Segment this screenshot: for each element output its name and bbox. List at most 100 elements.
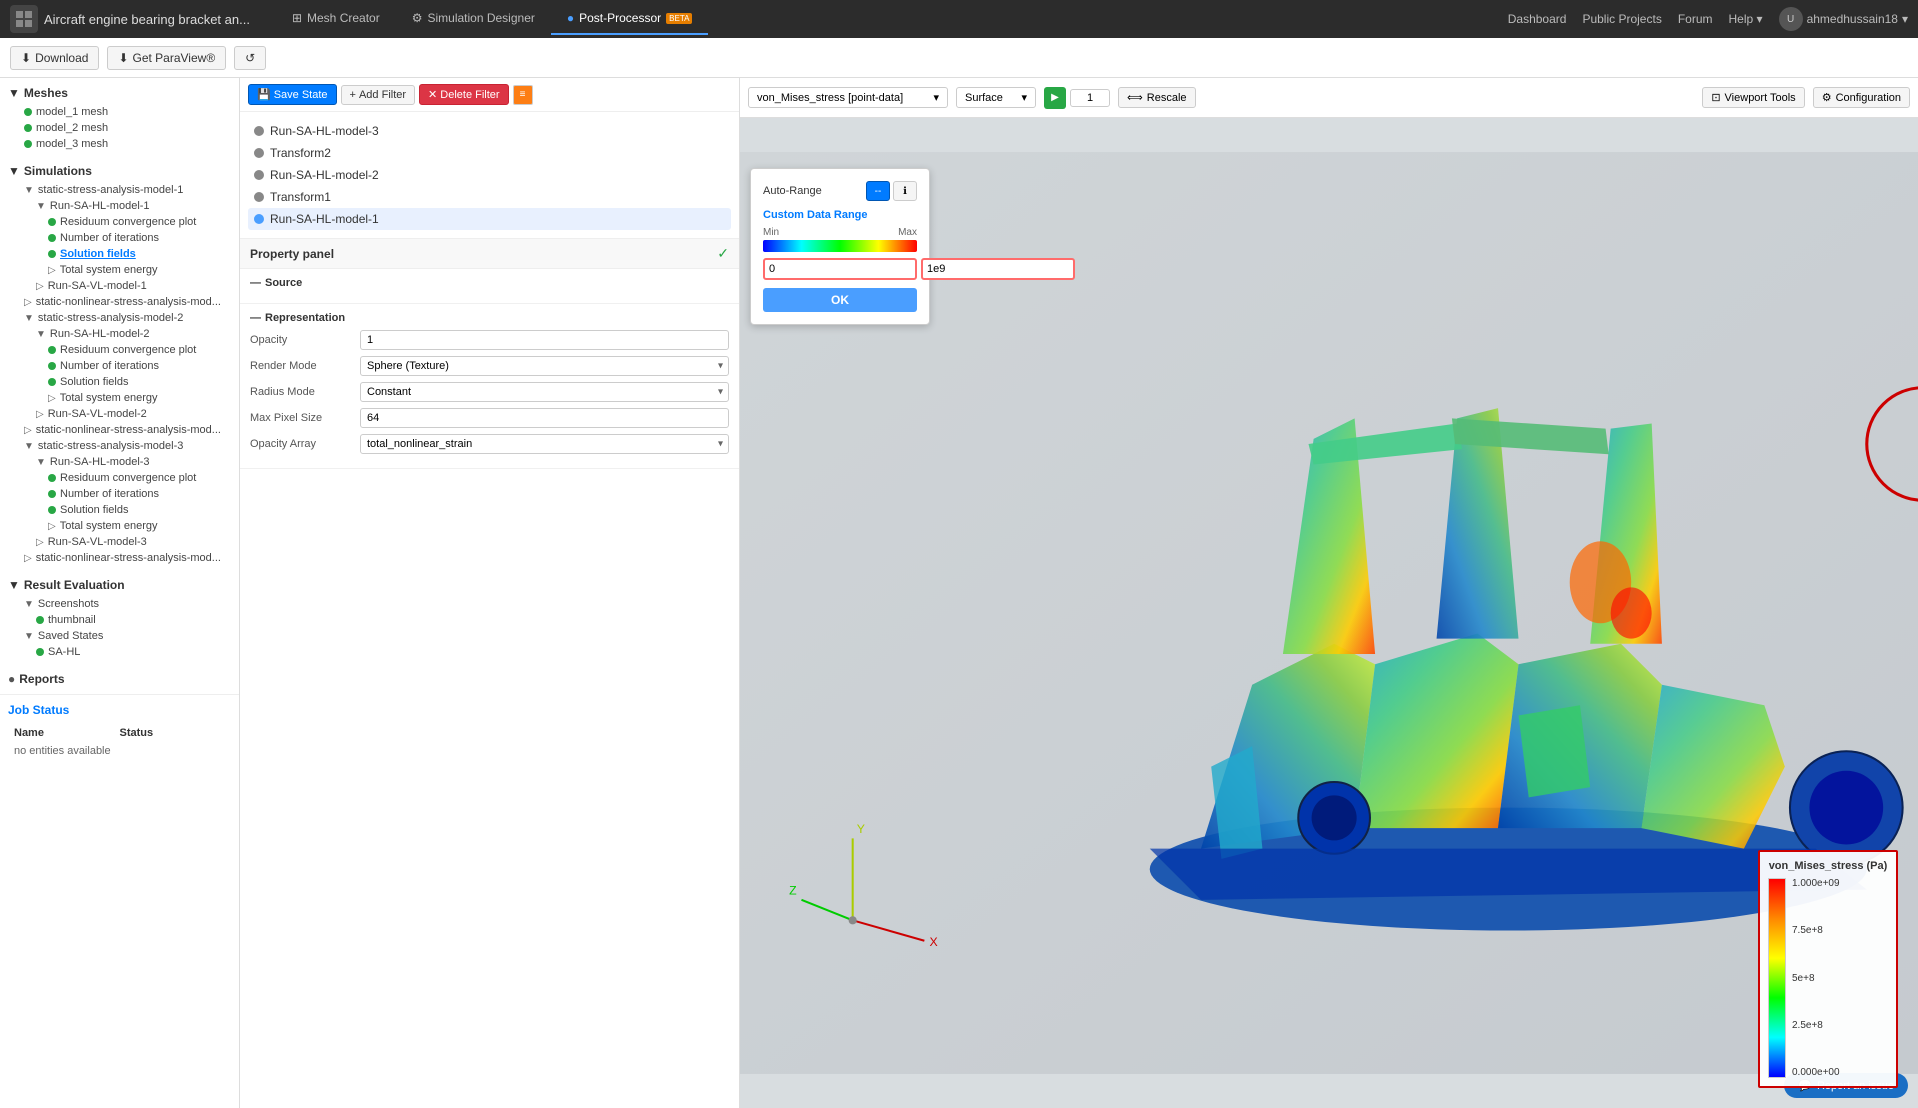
pipeline-dot-icon [254, 126, 264, 136]
viewport-tools-button[interactable]: ⊡ Viewport Tools [1702, 87, 1804, 108]
job-no-entities: no entities available [10, 743, 229, 759]
expand-icon: ▼ [36, 201, 46, 212]
ok-button[interactable]: OK [763, 288, 917, 312]
sidebar-item-solution-fields-3[interactable]: Solution fields [0, 502, 239, 518]
sidebar-item-snl-3[interactable]: ▷ static-nonlinear-stress-analysis-mod..… [0, 550, 239, 566]
sidebar-item-snl-1[interactable]: ▷ static-nonlinear-stress-analysis-mod..… [0, 294, 239, 310]
user-menu[interactable]: U ahmedhussain18 ▾ [1779, 7, 1908, 31]
pipeline-item-transform1[interactable]: Transform1 [248, 186, 731, 208]
field-selector-dropdown[interactable]: von_Mises_stress [point-data] ▾ [748, 87, 948, 108]
sidebar-item-saved-states[interactable]: ▼ Saved States [0, 628, 239, 644]
filter-options-button[interactable]: ≡ [513, 85, 533, 105]
sidebar-item-solution-fields-2[interactable]: Solution fields [0, 374, 239, 390]
meshes-header[interactable]: ▼ Meshes [0, 82, 239, 104]
pipeline-item-transform2[interactable]: Transform2 [248, 142, 731, 164]
viewport-icon: ⊡ [1711, 91, 1720, 104]
max-pixel-input[interactable] [360, 408, 729, 428]
nav-dashboard[interactable]: Dashboard [1508, 12, 1567, 26]
expand-icon: ▼ [24, 599, 34, 610]
sidebar-item-total-energy-1[interactable]: ▷ Total system energy [0, 262, 239, 278]
sidebar-item-solution-fields-1[interactable]: Solution fields [0, 246, 239, 262]
ar-btn-dashes[interactable]: -- [866, 181, 890, 201]
opacity-array-select[interactable]: total_nonlinear_strain [360, 434, 729, 454]
add-filter-button[interactable]: + Add Filter [341, 85, 416, 105]
get-paraview-button[interactable]: ⬇ Get ParaView® [107, 46, 226, 70]
tab-mesh-creator[interactable]: ⊞ Mesh Creator [276, 3, 396, 35]
sidebar-item-run-sa-vl-2[interactable]: ▷ Run-SA-VL-model-2 [0, 406, 239, 422]
surface-type-dropdown[interactable]: Surface ▾ [956, 87, 1036, 108]
green-dot-icon [48, 474, 56, 482]
collapse-icon: — [250, 312, 261, 324]
sidebar-item-run-sa-vl-1[interactable]: ▷ Run-SA-VL-model-1 [0, 278, 239, 294]
sidebar-item-model3-mesh[interactable]: model_3 mesh [0, 136, 239, 152]
sidebar-item-run-sa-vl-3[interactable]: ▷ Run-SA-VL-model-3 [0, 534, 239, 550]
sidebar-item-thumbnail[interactable]: thumbnail [0, 612, 239, 628]
green-dot-icon [48, 362, 56, 370]
tab-simulation-designer[interactable]: ⚙ Simulation Designer [396, 3, 551, 35]
sidebar-item-iterations-2[interactable]: Number of iterations [0, 358, 239, 374]
play-button[interactable]: ▶ [1044, 87, 1066, 109]
simulations-header[interactable]: ▼ Simulations [0, 160, 239, 182]
sidebar-item-iterations-3[interactable]: Number of iterations [0, 486, 239, 502]
result-evaluation-header[interactable]: ▼ Result Evaluation [0, 574, 239, 596]
frame-number-input[interactable] [1070, 89, 1110, 107]
tab-post-processor[interactable]: ● Post-Processor BETA [551, 3, 709, 35]
rescale-button[interactable]: ⟺ Rescale [1118, 87, 1196, 108]
sidebar-item-ssa-model3[interactable]: ▼ static-stress-analysis-model-3 [0, 438, 239, 454]
prop-source-section: — Source [240, 269, 739, 304]
nav-help[interactable]: Help ▾ [1729, 12, 1763, 26]
refresh-button[interactable]: ↺ [234, 46, 266, 70]
sidebar-item-total-energy-2[interactable]: ▷ Total system energy [0, 390, 239, 406]
sidebar-item-snl-2[interactable]: ▷ static-nonlinear-stress-analysis-mod..… [0, 422, 239, 438]
sidebar-item-total-energy-3[interactable]: ▷ Total system energy [0, 518, 239, 534]
sidebar-item-run-sa-hl-2[interactable]: ▼ Run-SA-HL-model-2 [0, 326, 239, 342]
sidebar-item-ssa-model2[interactable]: ▼ static-stress-analysis-model-2 [0, 310, 239, 326]
prop-accept-button[interactable]: ✓ [717, 245, 729, 262]
legend-75-label: 7.5e+8 [1792, 925, 1840, 936]
meshes-expand-icon: ▼ [8, 86, 20, 100]
prop-source-title[interactable]: — Source [250, 277, 729, 289]
sidebar-item-screenshots[interactable]: ▼ Screenshots [0, 596, 239, 612]
pipeline-item-run-sa-hl-3[interactable]: Run-SA-HL-model-3 [248, 120, 731, 142]
nav-forum[interactable]: Forum [1678, 12, 1713, 26]
sidebar-item-iterations-1[interactable]: Number of iterations [0, 230, 239, 246]
green-dot-icon [48, 506, 56, 514]
min-range-input[interactable] [763, 258, 917, 280]
delete-filter-button[interactable]: ✕ Delete Filter [419, 84, 509, 105]
render-mode-select[interactable]: Sphere (Texture) Points Sphere (Fragment… [360, 356, 729, 376]
expand-icon: ▼ [24, 313, 34, 324]
download-icon: ⬇ [21, 51, 31, 65]
expand-icon: ▼ [36, 329, 46, 340]
auto-range-buttons: -- ℹ [866, 181, 917, 201]
colormap-legend: von_Mises_stress (Pa) 1.000e+09 7.5e+8 5… [1758, 850, 1898, 1088]
pipeline-dot-icon [254, 170, 264, 180]
app-logo [10, 5, 38, 33]
sidebar-item-sa-hl[interactable]: SA-HL [0, 644, 239, 660]
opacity-input[interactable] [360, 330, 729, 350]
sidebar-item-run-sa-hl-1[interactable]: ▼ Run-SA-HL-model-1 [0, 198, 239, 214]
save-state-button[interactable]: 💾 Save State [248, 84, 337, 105]
radius-mode-select[interactable]: Constant Variable [360, 382, 729, 402]
pipeline-item-run-sa-hl-2[interactable]: Run-SA-HL-model-2 [248, 164, 731, 186]
plus-icon: + [350, 89, 356, 101]
max-range-input[interactable] [921, 258, 1075, 280]
sidebar-item-residuum-1[interactable]: Residuum convergence plot [0, 214, 239, 230]
expand-icon: ▷ [36, 537, 44, 548]
nav-public-projects[interactable]: Public Projects [1582, 12, 1661, 26]
prop-representation-title[interactable]: — Representation [250, 312, 729, 324]
sidebar-item-model1-mesh[interactable]: model_1 mesh [0, 104, 239, 120]
configuration-button[interactable]: ⚙ Configuration [1813, 87, 1910, 108]
ar-btn-info[interactable]: ℹ [893, 181, 917, 201]
canvas-area[interactable]: Auto-Range -- ℹ Custom Data Range Min Ma… [740, 118, 1918, 1108]
result-evaluation-section: ▼ Result Evaluation ▼ Screenshots thumbn… [0, 570, 239, 664]
sidebar-item-residuum-2[interactable]: Residuum convergence plot [0, 342, 239, 358]
prop-opacity-array-row: Opacity Array total_nonlinear_strain [250, 434, 729, 454]
top-navigation: Aircraft engine bearing bracket an... ⊞ … [0, 0, 1918, 38]
sidebar-item-model2-mesh[interactable]: model_2 mesh [0, 120, 239, 136]
sidebar-item-run-sa-hl-3[interactable]: ▼ Run-SA-HL-model-3 [0, 454, 239, 470]
sidebar-item-ssa-model1[interactable]: ▼ static-stress-analysis-model-1 [0, 182, 239, 198]
download-button[interactable]: ⬇ Download [10, 46, 99, 70]
pipeline-item-run-sa-hl-1[interactable]: Run-SA-HL-model-1 [248, 208, 731, 230]
sidebar-item-residuum-3[interactable]: Residuum convergence plot [0, 470, 239, 486]
reports-header[interactable]: ● Reports [0, 668, 239, 690]
